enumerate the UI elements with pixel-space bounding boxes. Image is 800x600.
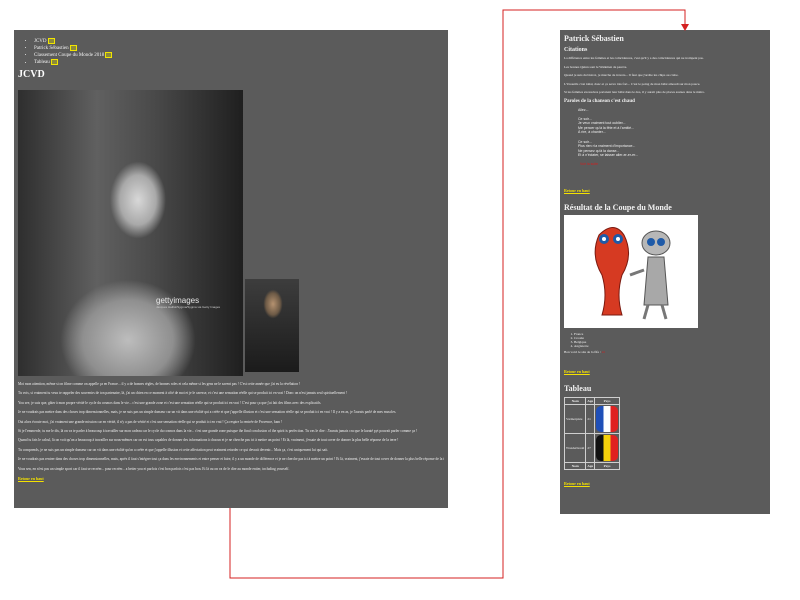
table-footer-row: Nom Age Pays	[563, 462, 621, 471]
nav-label: Patrick Sébastien	[34, 46, 69, 52]
cell-flag	[594, 404, 621, 435]
players-table: Nom Age Pays Varmerpiste 21 Wonderbrealt…	[563, 397, 621, 471]
worldcup-trophy-image	[564, 214, 698, 328]
nav-label: Tableau	[34, 60, 50, 66]
paragraph: Si je l'emmerde, tu me le dis, là on va …	[18, 429, 418, 434]
paragraph: Quand tu fais le calcul, là on voit qu'o…	[18, 438, 399, 443]
nav-item-jcvd[interactable]: JCVD	[34, 38, 444, 45]
section-title: Patrick Sébastien	[564, 34, 624, 43]
cell-name: Wonderbrealt	[563, 433, 587, 464]
france-flag-icon	[596, 406, 619, 433]
watermark-credit: Jacques Haillot/Sygma/Sygma via Getty Im…	[156, 305, 221, 309]
table-row: Wonderbrealt 27	[563, 433, 621, 464]
fifa-source-line: Bon voici le site de la fifa : ici	[564, 350, 766, 354]
back-to-top-link[interactable]: Retour en haut	[564, 369, 590, 374]
lyrics-heading: Paroles de la chanson c'est chaud	[564, 98, 635, 104]
lyrics-block: Allez... Ce soir... Je veux vraiment tou…	[578, 108, 766, 167]
jcvd-small-image	[245, 279, 299, 372]
paragraph: Tu comprends, je ne suis pas un simple d…	[18, 447, 329, 452]
table-header-row: Nom Age Pays	[563, 397, 621, 406]
worldcup-heading: Résultat de la Coupe du Monde	[564, 202, 672, 212]
jcvd-text-block: Moi mon attention, même si on filme comm…	[18, 380, 444, 484]
nav-label: Classement Coupe du Monde 2018	[34, 53, 105, 59]
fifa-source-text: Bon voici le site de la fifa :	[564, 350, 601, 355]
trophy-cartoon-icon	[594, 226, 671, 320]
page-title: JCVD	[18, 68, 45, 80]
back-to-top-link[interactable]: Retour en haut	[18, 476, 44, 481]
nav-item-tableau[interactable]: Tableau	[34, 59, 444, 66]
lyrics-more-link[interactable]: Voir la suite	[580, 162, 598, 166]
paragraph: Oui alors écoute moi, j'ai vraiment une …	[18, 419, 283, 424]
citations-heading: Citations	[564, 47, 588, 53]
back-to-top-link[interactable]: Retour en haut	[564, 481, 590, 486]
citation: La différence entre les femmes et les co…	[564, 56, 704, 60]
paragraph: Tu vois, si vraiment tu veux te rappeler…	[18, 391, 348, 396]
paragraph: Moi mon attention, même si on filme comm…	[18, 382, 301, 386]
top-nav: JCVD Patrick Sébastien Classement Coupe …	[18, 38, 444, 67]
ranking-item: Angleterre	[574, 344, 766, 348]
column-footer: Age	[585, 462, 596, 471]
citation: Si les femmes excessives portaient leur …	[564, 90, 705, 94]
column-footer: Pays	[594, 462, 621, 471]
nav-item-patrick[interactable]: Patrick Sébastien	[34, 45, 444, 52]
link-icon	[69, 45, 77, 52]
paragraph: Je ne voudrais pas mettre dans des chose…	[18, 410, 397, 415]
link-icon	[47, 38, 55, 44]
patrick-page: Patrick Sébastien Citations La différenc…	[560, 30, 770, 514]
paragraph: Vous sen, en n'est pas un simple sport c…	[18, 466, 290, 471]
belgium-flag-icon	[596, 435, 619, 462]
citation: Les bonnes Quinn sont le Watkmen de pauv…	[564, 64, 628, 69]
citation: Quand je suis du bistrot, je marche de t…	[564, 73, 679, 77]
cell-flag	[594, 433, 621, 464]
worldcup-ranking: France Croatie Belgique Angleterre	[564, 332, 766, 349]
cell-age: 27	[585, 433, 596, 464]
back-to-top-link[interactable]: Retour en haut	[564, 188, 590, 193]
link-icon	[50, 59, 58, 66]
column-footer: Nom	[563, 462, 587, 471]
column-header: Nom	[563, 397, 587, 406]
getty-watermark: gettyimages Jacques Haillot/Sygma/Sygma …	[156, 296, 220, 309]
column-header: Pays	[594, 397, 621, 406]
lyric-line: Et à n'éclater, se laisser aller-er-er-e…	[578, 153, 638, 158]
jcvd-page: JCVD Patrick Sébastien Classement Coupe …	[14, 30, 448, 508]
cell-age: 21	[585, 404, 596, 435]
fifa-link[interactable]: ici	[602, 350, 605, 354]
paragraph: You see, je suis que, gâter à mon propre…	[18, 400, 322, 405]
table-row: Varmerpiste 21	[563, 404, 621, 435]
nav-label: JCVD	[34, 39, 47, 45]
column-header: Age	[585, 397, 596, 406]
jcvd-portrait-image: gettyimages Jacques Haillot/Sygma/Sygma …	[18, 90, 243, 376]
nav-item-classement[interactable]: Classement Coupe du Monde 2018	[34, 52, 444, 59]
paragraph: Je ne voudrais pas rentrer dans des chos…	[18, 457, 444, 462]
link-icon	[105, 52, 113, 59]
table-heading: Tableau	[564, 384, 592, 394]
cell-name: Varmerpiste	[563, 404, 587, 435]
citation: L'Unoutils c'est idéal, donc et ça serve…	[564, 81, 701, 86]
watermark-text: gettyimages	[156, 296, 200, 305]
citations-list: La différence entre les femmes et les co…	[564, 56, 766, 95]
